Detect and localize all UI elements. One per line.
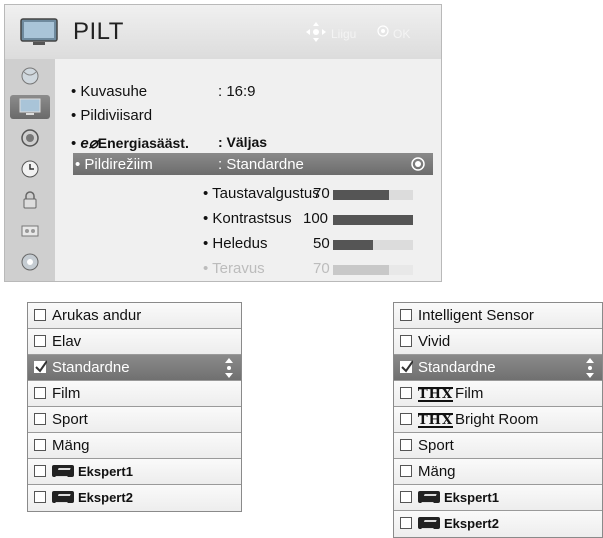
sidebar-item-input[interactable] — [10, 219, 50, 243]
menu-header: PILT Liigu OK — [5, 5, 441, 59]
level-bar[interactable] — [333, 265, 413, 275]
isf-logo-icon — [418, 517, 440, 529]
row-value: : Väljas — [218, 134, 268, 150]
sub-value: 70 — [313, 185, 330, 202]
sub-backlight[interactable]: • Taustavalgustus 70 — [203, 183, 443, 203]
checkbox[interactable] — [34, 439, 46, 451]
list-item[interactable]: Mäng — [394, 459, 602, 485]
checkbox[interactable] — [400, 465, 412, 477]
picture-mode-list-english: Intelligent Sensor Vivid Standardne THX F… — [393, 302, 603, 538]
thx-logo-icon: THX — [418, 387, 454, 402]
checkbox[interactable] — [400, 335, 412, 347]
sidebar-item-support[interactable] — [10, 250, 50, 274]
sub-label: • Heledus — [203, 235, 268, 252]
level-bar[interactable] — [333, 215, 413, 225]
picture-menu-panel: PILT Liigu OK • Kuvasuhe: 16:9 • Pildiv… — [4, 4, 442, 282]
list-item[interactable]: Film — [28, 381, 241, 407]
menu-row-energy-saving[interactable]: • e⌀Energiasääst. : Väljas — [55, 131, 441, 153]
list-item[interactable]: THX Film — [394, 381, 602, 407]
isf-logo-icon — [52, 465, 74, 477]
checkbox[interactable] — [34, 360, 47, 373]
isf-logo-icon — [52, 491, 74, 503]
sub-label: • Teravus — [203, 260, 265, 277]
lock-icon — [23, 191, 37, 209]
sub-contrast[interactable]: • Kontrastsus 100 — [203, 208, 443, 228]
list-item[interactable]: Arukas andur — [28, 303, 241, 329]
checkbox[interactable] — [34, 413, 46, 425]
sidebar-item-setup[interactable] — [10, 64, 50, 88]
tv-screen-icon — [20, 18, 58, 45]
list-item[interactable]: Mäng — [28, 433, 241, 459]
list-item[interactable]: Vivid — [394, 329, 602, 355]
checkbox[interactable] — [400, 517, 412, 529]
list-item[interactable]: Ekspert2 — [28, 485, 241, 511]
checkbox[interactable] — [400, 387, 412, 399]
hint-ok-label: OK — [393, 27, 411, 41]
hint-move-label: Liigu — [331, 27, 357, 41]
energy-leaf-icon: e⌀ — [80, 135, 98, 152]
checkbox[interactable] — [400, 360, 413, 373]
page-title: PILT — [73, 18, 124, 45]
checkbox[interactable] — [34, 387, 46, 399]
checkmark-icon — [401, 360, 413, 373]
menu-sidebar — [5, 59, 55, 281]
thx-logo-icon: THX — [418, 413, 454, 428]
list-item[interactable]: Ekspert1 — [28, 459, 241, 485]
checkmark-icon — [35, 360, 47, 373]
level-bar[interactable] — [333, 240, 413, 250]
row-label: Kuvasuhe — [80, 83, 148, 100]
row-label: Pildirežiim — [84, 156, 153, 173]
up-down-arrows-icon — [225, 358, 233, 378]
list-item[interactable]: Standardne — [28, 355, 241, 381]
level-bar[interactable] — [333, 190, 413, 200]
row-label: Energiasääst. — [97, 135, 189, 151]
sub-value: 100 — [303, 210, 329, 227]
tv-screen-icon — [19, 98, 41, 115]
checkbox[interactable] — [400, 439, 412, 451]
list-item[interactable]: THX Bright Room — [394, 407, 602, 433]
up-down-arrows-icon — [586, 358, 594, 378]
sub-brightness[interactable]: • Heledus 50 — [203, 233, 443, 253]
ok-button-icon — [377, 25, 389, 37]
checkbox[interactable] — [34, 491, 46, 503]
sidebar-item-time[interactable] — [10, 157, 50, 181]
list-item[interactable]: Intelligent Sensor — [394, 303, 602, 329]
checkbox[interactable] — [400, 309, 412, 321]
row-label: Pildiviisard — [80, 107, 153, 124]
list-item[interactable]: Sport — [28, 407, 241, 433]
picture-mode-list-local: Arukas andur Elav Standardne Film Sport … — [27, 302, 242, 512]
sub-value: 50 — [313, 235, 330, 252]
sidebar-item-audio[interactable] — [10, 126, 50, 150]
checkbox[interactable] — [34, 465, 46, 477]
selected-radio-icon — [411, 157, 425, 171]
row-value: : Standardne — [218, 156, 304, 173]
checkbox[interactable] — [400, 413, 412, 425]
sub-label: • Kontrastsus — [203, 210, 292, 227]
menu-row-aspect-ratio[interactable]: • Kuvasuhe : 16:9 — [55, 80, 441, 102]
menu-row-picture-mode[interactable]: • Pildirežiim : Standardne — [73, 153, 433, 175]
list-item[interactable]: Standardne — [394, 355, 602, 381]
input-icon — [21, 225, 39, 237]
support-icon — [21, 253, 39, 271]
sub-label: • Taustavalgustus — [203, 185, 320, 202]
list-item[interactable]: Ekspert1 — [394, 485, 602, 511]
sub-sharpness[interactable]: • Teravus 70 — [203, 258, 443, 278]
clock-icon — [21, 160, 39, 178]
globe-disc-icon — [21, 67, 39, 85]
list-item[interactable]: Sport — [394, 433, 602, 459]
sub-value: 70 — [313, 260, 330, 277]
sidebar-item-picture[interactable] — [10, 95, 50, 119]
menu-row-picture-wizard[interactable]: • Pildiviisard — [55, 104, 441, 126]
menu-content: • Kuvasuhe : 16:9 • Pildiviisard • e⌀Ene… — [55, 59, 441, 281]
sidebar-item-lock[interactable] — [10, 188, 50, 212]
isf-logo-icon — [418, 491, 440, 503]
list-item[interactable]: Ekspert2 — [394, 511, 602, 537]
checkbox[interactable] — [34, 309, 46, 321]
speaker-icon — [21, 129, 39, 147]
row-value: : 16:9 — [218, 83, 256, 100]
list-item[interactable]: Elav — [28, 329, 241, 355]
navigation-arrows-icon — [306, 22, 326, 42]
checkbox[interactable] — [34, 335, 46, 347]
checkbox[interactable] — [400, 491, 412, 503]
